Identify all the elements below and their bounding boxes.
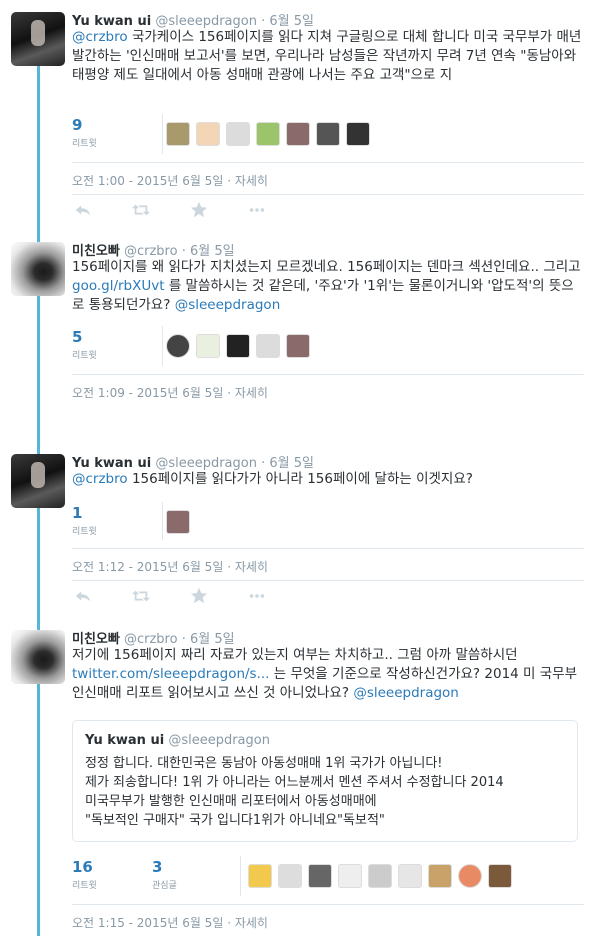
retweeter-avatar[interactable] xyxy=(346,122,370,146)
retweet-stat[interactable]: 5 리트윗 xyxy=(72,328,97,361)
tweet-date[interactable]: 6월 5일 xyxy=(269,456,314,471)
separator xyxy=(72,194,584,195)
retweeter-avatar[interactable] xyxy=(278,864,302,888)
user-handle[interactable]: @sleeepdragon xyxy=(155,14,257,29)
retweet-stat[interactable]: 1 리트윗 xyxy=(72,504,97,537)
tweet-actions xyxy=(72,200,268,220)
retweeter-avatar[interactable] xyxy=(248,864,272,888)
display-name[interactable]: Yu kwan ui xyxy=(72,14,151,29)
favorite-stat[interactable]: 3 관심글 xyxy=(152,858,177,891)
more-icon[interactable] xyxy=(246,200,268,220)
retweeter-avatar[interactable] xyxy=(398,864,422,888)
user-handle[interactable]: @crzbro xyxy=(124,632,178,647)
user-handle[interactable]: @crzbro xyxy=(124,244,178,259)
favorite-icon[interactable] xyxy=(188,586,210,606)
tweet-header: 미친오빠 @crzbro · 6월 5일 xyxy=(72,244,235,259)
tweet-text: 156페이지를 왜 읽다가 지치셨는지 모르겠네요. 156페이지는 덴마크 섹… xyxy=(72,259,581,313)
retweeter-avatar[interactable] xyxy=(428,864,452,888)
retweeter-avatars xyxy=(166,510,190,534)
retweeter-avatar[interactable] xyxy=(286,334,310,358)
mention-link[interactable]: @sleeepdragon xyxy=(175,297,281,313)
tweet-timestamp: 오전 1:00 - 2015년 6월 5일 · 자세히 xyxy=(72,174,268,188)
retweeter-avatar[interactable] xyxy=(196,334,220,358)
retweeter-avatar[interactable] xyxy=(256,122,280,146)
stats-divider xyxy=(240,856,241,896)
retweeter-avatar[interactable] xyxy=(226,122,250,146)
retweeter-avatar[interactable] xyxy=(488,864,512,888)
stats-divider xyxy=(162,326,163,366)
retweet-stat[interactable]: 16 리트윗 xyxy=(72,858,97,891)
quoted-user-handle: @sleeepdragon xyxy=(168,733,270,748)
avatar[interactable] xyxy=(11,12,65,66)
retweeter-avatar[interactable] xyxy=(166,334,190,358)
retweeter-avatar[interactable] xyxy=(166,122,190,146)
stats-divider xyxy=(162,114,163,154)
mention-link[interactable]: @crzbro xyxy=(72,471,128,487)
retweeter-avatars xyxy=(166,122,370,146)
retweeter-avatar[interactable] xyxy=(256,334,280,358)
mention-link[interactable]: @sleeepdragon xyxy=(353,685,459,701)
tweet-link[interactable]: twitter.com/sleeepdragon/s... xyxy=(72,666,269,682)
retweeter-avatar[interactable] xyxy=(166,510,190,534)
short-link[interactable]: goo.gl/rbXUvt xyxy=(72,278,165,294)
retweeter-avatar[interactable] xyxy=(196,122,220,146)
tweet-text: 저기에 156페이지 짜리 자료가 있는지 여부는 차치하고.. 그럼 아까 말… xyxy=(72,647,578,701)
stats-divider xyxy=(162,502,163,540)
tweet-date[interactable]: 6월 5일 xyxy=(190,244,235,259)
details-link[interactable]: · 자세히 xyxy=(227,386,268,400)
retweeter-avatar[interactable] xyxy=(308,864,332,888)
quoted-tweet[interactable]: Yu kwan ui @sleeepdragon 정정 합니다. 대한민국은 동… xyxy=(72,720,578,842)
details-link[interactable]: · 자세히 xyxy=(227,174,268,188)
mention-link[interactable]: @crzbro xyxy=(72,29,128,45)
retweeter-avatar[interactable] xyxy=(226,334,250,358)
tweet-header: Yu kwan ui @sleeepdragon · 6월 5일 xyxy=(72,456,314,471)
retweeter-avatar[interactable] xyxy=(316,122,340,146)
separator xyxy=(72,580,584,581)
tweet-text: @crzbro 156페이지를 읽다가가 아니라 156페이에 달하는 이겟지요… xyxy=(72,471,473,487)
quoted-display-name: Yu kwan ui xyxy=(85,733,165,748)
display-name[interactable]: 미친오빠 xyxy=(72,244,120,259)
avatar[interactable] xyxy=(11,630,65,684)
retweeter-avatar[interactable] xyxy=(368,864,392,888)
quoted-tweet-text: 정정 합니다. 대한민국은 동남아 아동성매매 1위 국가가 아닙니다! 제가 … xyxy=(85,756,504,828)
separator xyxy=(72,548,584,549)
avatar[interactable] xyxy=(11,454,65,508)
tweet-timestamp: 오전 1:09 - 2015년 6월 5일 · 자세히 xyxy=(72,386,268,400)
retweet-icon[interactable] xyxy=(130,200,152,220)
details-link[interactable]: · 자세히 xyxy=(227,916,268,930)
separator xyxy=(72,904,584,905)
tweet-actions xyxy=(72,586,268,606)
retweeter-avatars xyxy=(166,334,310,358)
retweeter-avatar[interactable] xyxy=(458,864,482,888)
retweeter-avatar[interactable] xyxy=(338,864,362,888)
retweeter-avatars xyxy=(248,864,512,888)
retweet-icon[interactable] xyxy=(130,586,152,606)
reply-icon[interactable] xyxy=(72,586,94,606)
more-icon[interactable] xyxy=(246,586,268,606)
tweet-text: @crzbro 국가케이스 156페이지를 읽다 지쳐 구글링으로 대체 합니다… xyxy=(72,29,582,83)
tweet-timestamp: 오전 1:15 - 2015년 6월 5일 · 자세히 xyxy=(72,916,268,930)
display-name[interactable]: Yu kwan ui xyxy=(72,456,151,471)
reply-icon[interactable] xyxy=(72,200,94,220)
retweet-stat[interactable]: 9 리트윗 xyxy=(72,116,97,149)
display-name[interactable]: 미친오빠 xyxy=(72,632,120,647)
favorite-icon[interactable] xyxy=(188,200,210,220)
user-handle[interactable]: @sleeepdragon xyxy=(155,456,257,471)
quoted-tweet-header: Yu kwan ui @sleeepdragon xyxy=(85,733,565,748)
tweet-date[interactable]: 6월 5일 xyxy=(269,14,314,29)
avatar[interactable] xyxy=(11,242,65,296)
tweet-date[interactable]: 6월 5일 xyxy=(190,632,235,647)
tweet-timestamp: 오전 1:12 - 2015년 6월 5일 · 자세히 xyxy=(72,560,268,574)
details-link[interactable]: · 자세히 xyxy=(227,560,268,574)
tweet-header: Yu kwan ui @sleeepdragon · 6월 5일 xyxy=(72,14,314,29)
separator xyxy=(72,162,584,163)
tweet-header: 미친오빠 @crzbro · 6월 5일 xyxy=(72,632,235,647)
retweeter-avatar[interactable] xyxy=(286,122,310,146)
separator xyxy=(72,374,584,375)
